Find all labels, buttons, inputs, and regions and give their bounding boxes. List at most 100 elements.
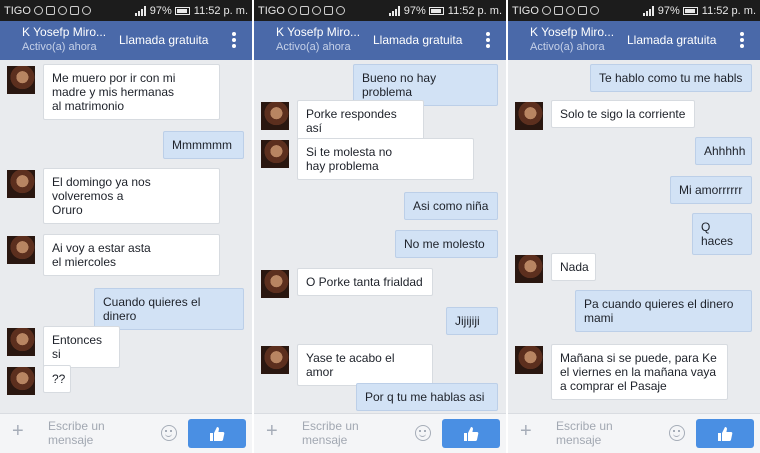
thumbs-up-icon	[464, 426, 479, 441]
battery-icon	[682, 6, 698, 15]
incoming-message-bubble[interactable]: Porke respondes así	[297, 100, 424, 142]
outgoing-message-bubble[interactable]: Mi amorrrrrr	[670, 176, 752, 204]
emoji-icon[interactable]	[669, 425, 685, 441]
contact-avatar[interactable]	[7, 328, 35, 356]
contact-avatar[interactable]	[7, 367, 35, 395]
contact-avatar[interactable]	[261, 346, 289, 374]
overflow-menu-icon[interactable]	[232, 32, 236, 48]
contact-avatar[interactable]	[261, 140, 289, 168]
incoming-message-bubble[interactable]: Mañana si se puede, para Ke el viernes e…	[551, 344, 728, 400]
chat-header: K Yosefp Miro... Activo(a) ahora Llamada…	[254, 21, 506, 60]
message-list[interactable]: Te hablo como tu me habls Solo te sigo la…	[508, 60, 760, 413]
upload-icon	[311, 6, 321, 15]
contact-avatar[interactable]	[515, 102, 543, 130]
composer-bar: + Escribe un mensaje	[508, 413, 760, 453]
overflow-menu-icon[interactable]	[486, 32, 490, 48]
message-list[interactable]: Bueno no hay problema Porke respondes así…	[254, 60, 506, 413]
thumbs-up-icon	[210, 426, 225, 441]
free-call-button[interactable]: Llamada gratuita	[373, 33, 462, 47]
incoming-message-bubble[interactable]: Solo te sigo la corriente	[551, 100, 695, 128]
emoji-icon[interactable]	[415, 425, 431, 441]
contact-name[interactable]: K Yosefp Miro...	[22, 25, 106, 39]
status-bar: TIGO 97% 11:52 p. m.	[508, 0, 760, 21]
message-input[interactable]: Escribe un mensaje	[556, 419, 613, 447]
free-call-button[interactable]: Llamada gratuita	[627, 33, 716, 47]
carrier-label: TIGO	[512, 4, 539, 17]
composer-bar: + Escribe un mensaje	[0, 413, 252, 453]
free-call-button[interactable]: Llamada gratuita	[119, 33, 208, 47]
message-input[interactable]: Escribe un mensaje	[48, 419, 105, 447]
outgoing-message-bubble[interactable]: Te hablo como tu me habls	[590, 64, 752, 92]
status-bar: TIGO 97% 11:52 p. m.	[0, 0, 252, 21]
chat-head-icon	[287, 6, 297, 15]
incoming-message-bubble[interactable]: Me muero por ir con mi madre y mis herma…	[43, 64, 220, 120]
carrier-label: TIGO	[4, 4, 31, 17]
message-input[interactable]: Escribe un mensaje	[302, 419, 359, 447]
composer-bar: + Escribe un mensaje	[254, 413, 506, 453]
presence-status: Activo(a) ahora	[276, 41, 351, 53]
incoming-message-bubble[interactable]: Yase te acabo el amor	[297, 344, 433, 386]
battery-icon	[428, 6, 444, 15]
outgoing-message-bubble[interactable]: Mmmmmm	[163, 131, 244, 159]
presence-status: Activo(a) ahora	[530, 41, 605, 53]
carrier-label: TIGO	[258, 4, 285, 17]
presence-status: Activo(a) ahora	[22, 41, 97, 53]
lock-icon	[323, 6, 333, 15]
voicemail-icon	[589, 6, 599, 15]
signal-icon	[134, 5, 147, 16]
add-attachment-icon[interactable]: +	[266, 420, 278, 443]
image-icon	[45, 6, 55, 15]
emoji-icon[interactable]	[161, 425, 177, 441]
add-attachment-icon[interactable]: +	[12, 420, 24, 443]
contact-avatar[interactable]	[261, 102, 289, 130]
voicemail-icon	[335, 6, 345, 15]
signal-icon	[388, 5, 401, 16]
signal-icon	[642, 5, 655, 16]
contact-avatar[interactable]	[7, 66, 35, 94]
clock: 11:52 p. m.	[447, 4, 502, 17]
contact-avatar[interactable]	[515, 346, 543, 374]
battery-percent: 97%	[149, 4, 172, 17]
incoming-message-bubble[interactable]: ??	[43, 365, 71, 393]
contact-avatar[interactable]	[515, 255, 543, 283]
voicemail-icon	[81, 6, 91, 15]
image-icon	[553, 6, 563, 15]
incoming-message-bubble[interactable]: Nada	[551, 253, 596, 281]
outgoing-message-bubble[interactable]: Por q tu me hablas asi	[356, 383, 498, 411]
incoming-message-bubble[interactable]: Si te molesta no hay problema	[297, 138, 474, 180]
incoming-message-bubble[interactable]: El domingo ya nos volveremos a Oruro	[43, 168, 220, 224]
like-button[interactable]	[442, 419, 500, 448]
contact-avatar[interactable]	[7, 170, 35, 198]
outgoing-message-bubble[interactable]: Q haces	[692, 213, 752, 255]
chat-screen-1: TIGO 97% 11:52 p. m. K Yosefp Miro... Ac…	[0, 0, 252, 453]
contact-name[interactable]: K Yosefp Miro...	[530, 25, 614, 39]
image-icon	[299, 6, 309, 15]
incoming-message-bubble[interactable]: O Porke tanta frialdad	[297, 268, 433, 296]
battery-percent: 97%	[403, 4, 426, 17]
contact-avatar[interactable]	[261, 270, 289, 298]
status-bar: TIGO 97% 11:52 p. m.	[254, 0, 506, 21]
thumbs-up-icon	[718, 426, 733, 441]
message-list[interactable]: Me muero por ir con mi madre y mis herma…	[0, 60, 252, 413]
lock-icon	[577, 6, 587, 15]
chat-screen-3: TIGO 97% 11:52 p. m. K Yosefp Miro... Ac…	[508, 0, 760, 453]
upload-icon	[565, 6, 575, 15]
outgoing-message-bubble[interactable]: Ahhhhh	[695, 137, 752, 165]
clock: 11:52 p. m.	[193, 4, 248, 17]
add-attachment-icon[interactable]: +	[520, 420, 532, 443]
outgoing-message-bubble[interactable]: Asi como niña	[404, 192, 498, 220]
battery-icon	[174, 6, 190, 15]
overflow-menu-icon[interactable]	[740, 32, 744, 48]
outgoing-message-bubble[interactable]: Cuando quieres el dinero	[94, 288, 244, 330]
incoming-message-bubble[interactable]: Entonces si	[43, 326, 120, 368]
contact-name[interactable]: K Yosefp Miro...	[276, 25, 360, 39]
contact-avatar[interactable]	[7, 236, 35, 264]
lock-icon	[69, 6, 79, 15]
like-button[interactable]	[696, 419, 754, 448]
outgoing-message-bubble[interactable]: No me molesto	[395, 230, 498, 258]
chat-head-icon	[33, 6, 43, 15]
outgoing-message-bubble[interactable]: Jijijiji	[446, 307, 498, 335]
incoming-message-bubble[interactable]: Ai voy a estar asta el miercoles	[43, 234, 220, 276]
outgoing-message-bubble[interactable]: Pa cuando quieres el dinero mami	[575, 290, 752, 332]
like-button[interactable]	[188, 419, 246, 448]
